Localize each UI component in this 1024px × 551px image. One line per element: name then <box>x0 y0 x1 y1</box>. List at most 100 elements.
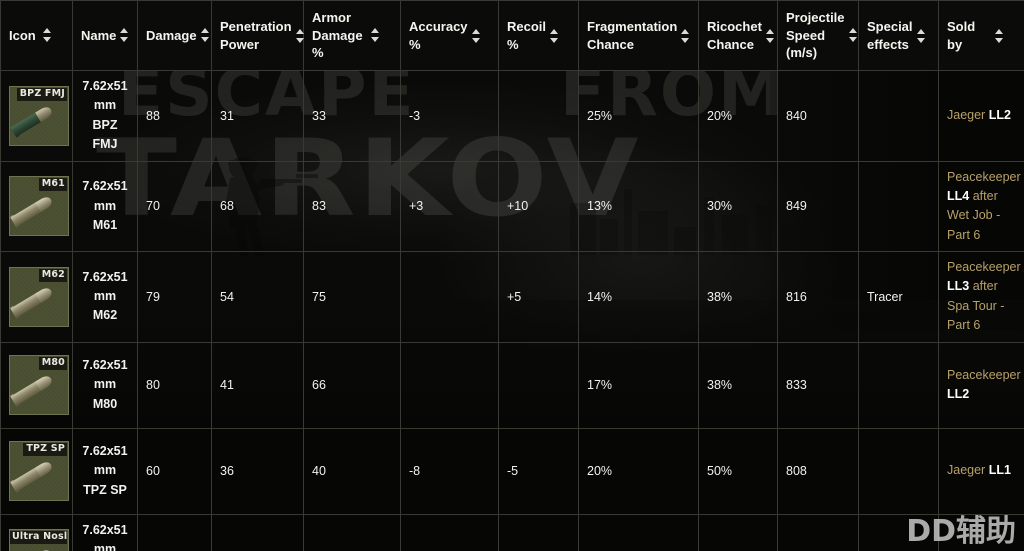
ammo-name-line: mm <box>93 98 117 113</box>
sort-arrows-icon[interactable] <box>43 28 52 43</box>
trader-name[interactable]: Peacekeeper <box>947 260 1021 274</box>
trader-name[interactable]: Peacekeeper <box>947 368 1021 382</box>
column-header-armor-damage[interactable]: Armor Damage % <box>303 0 401 71</box>
fragmentation-chance-value: 70% <box>578 513 699 551</box>
penetration-power-value: 36 <box>211 427 304 515</box>
sort-arrows-icon[interactable] <box>848 28 858 43</box>
column-label: Recoil % <box>507 18 547 52</box>
penetration-power-value: 68 <box>211 160 304 252</box>
ammo-table-page: ESCAPE FROM TARKOV Icon Name Damage Pene… <box>0 0 1024 551</box>
ammo-name-line: 7.62x51 <box>82 269 128 284</box>
ammo-name-line: mm <box>93 289 117 304</box>
damage-value: 88 <box>137 70 212 162</box>
ammo-data-table: Icon Name Damage Penetration Power Armor… <box>0 0 1024 551</box>
accuracy-value: +10 <box>400 513 499 551</box>
ammo-icon-cell[interactable]: BPZ FMJ <box>0 70 73 162</box>
column-header-special-effects[interactable]: Special effects <box>858 0 939 71</box>
sort-arrows-icon[interactable] <box>371 28 380 43</box>
trader-name[interactable]: Jaeger <box>947 108 985 122</box>
ammo-icon-label: M80 <box>38 357 67 370</box>
ammo-name-line: 7.62x51 <box>82 179 128 194</box>
column-header-accuracy[interactable]: Accuracy % <box>400 0 499 71</box>
column-header-name[interactable]: Name <box>72 0 138 71</box>
table-row: TPZ SP 7.62x51 mm TPZ SP 60 36 40 -8 -5 20% 50% 808… <box>0 427 1024 515</box>
ammo-name-line: 7.62x51 <box>82 522 128 537</box>
trader-loyalty-level: LL2 <box>947 387 970 401</box>
trader-loyalty-level: LL4 <box>947 188 970 203</box>
armor-damage-value: 20 <box>303 513 401 551</box>
sort-arrows-icon[interactable] <box>765 28 775 43</box>
ammo-thumbnail[interactable]: TPZ SP <box>9 441 69 501</box>
column-header-projectile-speed[interactable]: Projectile Speed (m/s) <box>777 0 859 71</box>
column-label: Special effects <box>867 18 913 52</box>
damage-value: 79 <box>137 251 212 343</box>
trader-loyalty-level: LL1 <box>988 463 1011 478</box>
projectile-speed-value: 849 <box>777 160 859 252</box>
column-label: Armor Damage % <box>312 10 363 61</box>
ammo-name-line: FMJ <box>92 137 118 152</box>
sort-arrows-icon[interactable] <box>995 28 1004 43</box>
sold-by-cell[interactable]: Jaeger LL4 <box>938 513 1024 551</box>
sold-by-cell[interactable]: Jaeger LL2 <box>938 70 1024 162</box>
ricochet-chance-value: 50% <box>698 427 778 515</box>
column-label: Penetration Power <box>220 18 292 52</box>
column-header-penetration-power[interactable]: Penetration Power <box>211 0 304 71</box>
column-header-damage[interactable]: Damage <box>137 0 212 71</box>
column-header-icon[interactable]: Icon <box>0 0 73 71</box>
sort-arrows-icon[interactable] <box>120 28 129 43</box>
ammo-icon-label: BPZ FMJ <box>16 87 67 101</box>
ammo-icon-cell[interactable]: Ultra Nosl <box>0 513 73 551</box>
recoil-value: +5 <box>498 251 579 343</box>
sort-arrows-icon[interactable] <box>916 28 926 43</box>
column-label: Accuracy % <box>409 18 468 52</box>
fragmentation-chance-value: 13% <box>578 160 699 252</box>
ammo-name-cell: 7.62x51 mm M80 <box>72 341 138 429</box>
ammo-icon-label: M62 <box>38 268 67 282</box>
column-label: Projectile Speed (m/s) <box>786 10 845 61</box>
sort-arrows-icon[interactable] <box>200 28 210 43</box>
ammo-icon-cell[interactable]: M62 <box>0 251 73 343</box>
ammo-icon-cell[interactable]: M80 <box>0 341 73 429</box>
trader-name[interactable]: Jaeger <box>947 463 985 477</box>
sort-arrows-icon[interactable] <box>550 28 559 43</box>
ammo-thumbnail[interactable]: BPZ FMJ <box>9 85 69 146</box>
ammo-icon-cell[interactable]: TPZ SP <box>0 427 73 515</box>
damage-value: 80 <box>137 341 212 429</box>
sold-by-cell[interactable]: Peacekeeper LL2 <box>938 341 1024 429</box>
armor-damage-value: 40 <box>303 427 401 515</box>
column-label: Damage <box>146 27 197 43</box>
sort-arrows-icon[interactable] <box>471 28 481 43</box>
armor-damage-value: 66 <box>303 341 401 429</box>
sold-by-cell[interactable]: Peacekeeper LL4 after Wet Job - Part 6 <box>938 160 1024 252</box>
recoil-value: -5 <box>498 427 579 515</box>
ammo-name-line: 7.62x51 <box>82 79 128 93</box>
table-row: M61 7.62x51 mm M61 70 68 83 +3 +10 13% 30% 849 Peace… <box>0 160 1024 252</box>
projectile-speed-value: 822 <box>777 513 859 551</box>
column-header-sold-by[interactable]: Sold by <box>938 0 1024 71</box>
column-header-fragmentation-chance[interactable]: Fragmentation Chance <box>578 0 699 71</box>
ammo-name-line: M80 <box>92 396 118 411</box>
sort-arrows-icon[interactable] <box>681 28 690 43</box>
recoil-value <box>498 70 579 162</box>
ammo-icon-cell[interactable]: M61 <box>0 160 73 252</box>
ricochet-chance-value: 20% <box>698 513 778 551</box>
ammo-thumbnail[interactable]: M62 <box>9 266 69 327</box>
accuracy-value: -8 <box>400 427 499 515</box>
special-effects-value <box>858 341 939 429</box>
ammo-name-cell: 7.62x51 mm BPZ FMJ <box>72 70 138 162</box>
ammo-thumbnail[interactable]: M61 <box>9 176 69 237</box>
ammo-name-line: TPZ SP <box>83 482 127 497</box>
column-header-ricochet-chance[interactable]: Ricochet Chance <box>698 0 778 71</box>
ammo-thumbnail[interactable]: M80 <box>9 355 69 415</box>
sold-by-cell[interactable]: Jaeger LL1 <box>938 427 1024 515</box>
ammo-name-line: mm <box>93 198 117 213</box>
penetration-power-value: 15 <box>211 513 304 551</box>
ricochet-chance-value: 38% <box>698 251 778 343</box>
projectile-speed-value: 808 <box>777 427 859 515</box>
sold-by-cell[interactable]: Peacekeeper LL3 after Spa Tour - Part 6 <box>938 251 1024 343</box>
column-header-recoil[interactable]: Recoil % <box>498 0 579 71</box>
trader-name[interactable]: Peacekeeper <box>947 170 1021 184</box>
ammo-thumbnail[interactable]: Ultra Nosl <box>9 529 69 551</box>
table-row: Ultra Nosl7.62x51mmUltraNosler1071520+10… <box>0 513 1024 551</box>
ammo-name-line: M62 <box>92 308 118 323</box>
